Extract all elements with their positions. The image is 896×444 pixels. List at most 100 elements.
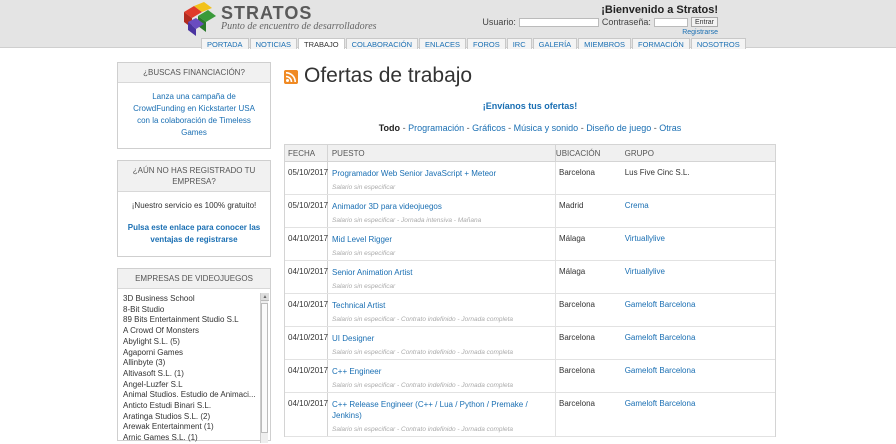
user-input[interactable] [518, 17, 599, 27]
job-location: Málaga [558, 234, 586, 243]
job-note: Salario sin especificar [332, 184, 396, 191]
list-item[interactable]: Arewak Entertainment (1) [123, 422, 270, 433]
job-location: Barcelona [558, 168, 596, 177]
job-group-link[interactable]: Virtuallylive [625, 234, 665, 243]
job-group-link[interactable]: Gameloft Barcelona [625, 366, 696, 375]
nav-nosotros[interactable]: NOSOTROS [690, 38, 746, 49]
job-note: Salario sin especificar - Contrato indef… [332, 426, 514, 433]
job-note: Salario sin especificar - Contrato indef… [332, 349, 514, 356]
login-form: Usuario: Contraseña: Entrar [482, 17, 718, 27]
job-location: Madrid [558, 201, 584, 210]
job-date: 04/10/2017 [285, 327, 328, 359]
main-nav: PORTADA NOTICIAS TRABAJO COLABORACIÓN EN… [201, 38, 747, 49]
job-date: 04/10/2017 [285, 393, 328, 436]
job-group-link[interactable]: Gameloft Barcelona [625, 399, 696, 408]
job-title-link[interactable]: C++ Engineer [332, 366, 555, 377]
nav-noticias[interactable]: NOTICIAS [249, 38, 297, 49]
job-date: 04/10/2017 [285, 360, 328, 392]
nav-portada[interactable]: PORTADA [201, 38, 249, 49]
filter-todo[interactable]: Todo [379, 123, 400, 133]
register-link[interactable]: Registrarse [682, 29, 718, 36]
job-title-link[interactable]: Animador 3D para videojuegos [332, 201, 555, 212]
companies-scrollbar[interactable]: ▲ [260, 293, 269, 443]
job-note: Salario sin especificar [332, 250, 396, 257]
table-row: 05/10/2017 Animador 3D para videojuegos S… [285, 195, 775, 228]
table-row: 04/10/2017 Mid Level Rigger Salario sin e… [285, 228, 775, 261]
user-label: Usuario: [482, 17, 516, 27]
column-puesto[interactable]: PUESTO [328, 145, 556, 161]
job-location: Barcelona [558, 333, 596, 342]
companies-list: 3D Business School 8-Bit Studio 89 Bits … [118, 289, 270, 444]
funding-link[interactable]: Lanza una campaña de CrowdFunding en Kic… [133, 92, 255, 137]
enter-button[interactable]: Entrar [690, 17, 718, 27]
companies-box: EMPRESAS DE VIDEOJUEGOS 3D Business Scho… [117, 268, 271, 444]
funding-box: ¿BUSCAS FINANCIACIÓN? Lanza una campaña … [117, 62, 271, 149]
nav-enlaces[interactable]: ENLACES [419, 38, 467, 49]
filter-otras[interactable]: Otras [659, 123, 681, 133]
list-item[interactable]: Aratinga Studios S.L. (2) [123, 412, 270, 423]
password-label: Contraseña: [601, 17, 651, 27]
table-row: 04/10/2017 UI Designer Salario sin especi… [285, 327, 775, 360]
send-offers-link[interactable]: ¡Envíanos tus ofertas! [284, 101, 776, 111]
column-ubicacion[interactable]: UBICACIÓN [556, 145, 625, 161]
list-item[interactable]: 8-Bit Studio [123, 305, 270, 316]
list-item[interactable]: Altivasoft S.L. (1) [123, 369, 270, 380]
page-title: Ofertas de trabajo [304, 64, 473, 87]
job-title-link[interactable]: Senior Animation Artist [332, 267, 555, 278]
list-item[interactable]: Allinbyte (3) [123, 358, 270, 369]
job-date: 04/10/2017 [285, 228, 328, 260]
register-company-box: ¿AÚN NO HAS REGISTRADO TU EMPRESA? ¡Nues… [117, 160, 271, 257]
list-item[interactable]: Animal Studios. Estudio de Animaci... [123, 390, 270, 401]
job-title-link[interactable]: Programador Web Senior JavaScript + Mete… [332, 168, 555, 179]
nav-trabajo[interactable]: TRABAJO [298, 38, 345, 49]
list-item[interactable]: Abylight S.L. (5) [123, 337, 270, 348]
job-group-link[interactable]: Crema [625, 201, 649, 210]
table-row: 04/10/2017 C++ Engineer Salario sin espec… [285, 360, 775, 393]
rss-feed-icon[interactable] [284, 70, 298, 84]
funding-title: ¿BUSCAS FINANCIACIÓN? [118, 63, 270, 83]
password-input[interactable] [653, 17, 688, 27]
table-row: 04/10/2017 Senior Animation Artist Salari… [285, 261, 775, 294]
welcome-message: ¡Bienvenido a Stratos! [601, 4, 718, 16]
list-item[interactable]: 3D Business School [123, 294, 270, 305]
filter-musica[interactable]: Música y sonido [514, 123, 579, 133]
job-group-link[interactable]: Gameloft Barcelona [625, 333, 696, 342]
filter-graficos[interactable]: Gráficos [472, 123, 506, 133]
filter-programacion[interactable]: Programación [408, 123, 464, 133]
register-company-title: ¿AÚN NO HAS REGISTRADO TU EMPRESA? [118, 161, 270, 192]
job-location: Barcelona [558, 366, 596, 375]
job-date: 05/10/2017 [285, 195, 328, 227]
list-item[interactable]: Arnic Games S.L. (1) [123, 433, 270, 444]
nav-irc[interactable]: IRC [506, 38, 532, 49]
nav-galeria[interactable]: GALERÍA [532, 38, 578, 49]
list-item[interactable]: Agaporni Games [123, 348, 270, 359]
job-group-link[interactable]: Virtuallylive [625, 267, 665, 276]
list-item[interactable]: Angel-Luzfer S.L [123, 380, 270, 391]
job-title-link[interactable]: UI Designer [332, 333, 555, 344]
job-title-link[interactable]: C++ Release Engineer (C++ / Lua / Python… [332, 399, 555, 421]
list-item[interactable]: 89 Bits Entertainment Studio S.L [123, 315, 270, 326]
job-location: Barcelona [558, 300, 596, 309]
stratos-logo-icon[interactable] [180, 2, 216, 36]
job-title-link[interactable]: Technical Artist [332, 300, 555, 311]
job-group-link[interactable]: Gameloft Barcelona [625, 300, 696, 309]
list-item[interactable]: A Crowd Of Monsters [123, 326, 270, 337]
nav-foros[interactable]: FOROS [467, 38, 506, 49]
job-title-link[interactable]: Mid Level Rigger [332, 234, 555, 245]
nav-miembros[interactable]: MIEMBROS [578, 38, 631, 49]
filter-diseno[interactable]: Diseño de juego [586, 123, 651, 133]
nav-formacion[interactable]: FORMACIÓN [632, 38, 690, 49]
column-fecha[interactable]: FECHA [285, 145, 328, 161]
column-grupo[interactable]: GRUPO [625, 145, 775, 161]
jobs-table: FECHA PUESTO UBICACIÓN GRUPO 05/10/2017 … [284, 144, 776, 437]
scroll-up-icon[interactable]: ▲ [261, 293, 269, 301]
nav-colaboracion[interactable]: COLABORACIÓN [345, 38, 419, 49]
list-item[interactable]: Anticto Estudi Binari S.L. [123, 401, 270, 412]
table-row: 04/10/2017 Technical Artist Salario sin e… [285, 294, 775, 327]
job-location: Málaga [558, 267, 586, 276]
table-row: 05/10/2017 Programador Web Senior JavaSc… [285, 162, 775, 195]
table-row: 04/10/2017 C++ Release Engineer (C++ / L… [285, 393, 775, 437]
site-header: STRATOS Punto de encuentro de desarrolla… [0, 0, 896, 49]
scroll-thumb[interactable] [261, 303, 268, 433]
register-advantages-link[interactable]: Pulsa este enlace para conocer las venta… [126, 222, 262, 246]
